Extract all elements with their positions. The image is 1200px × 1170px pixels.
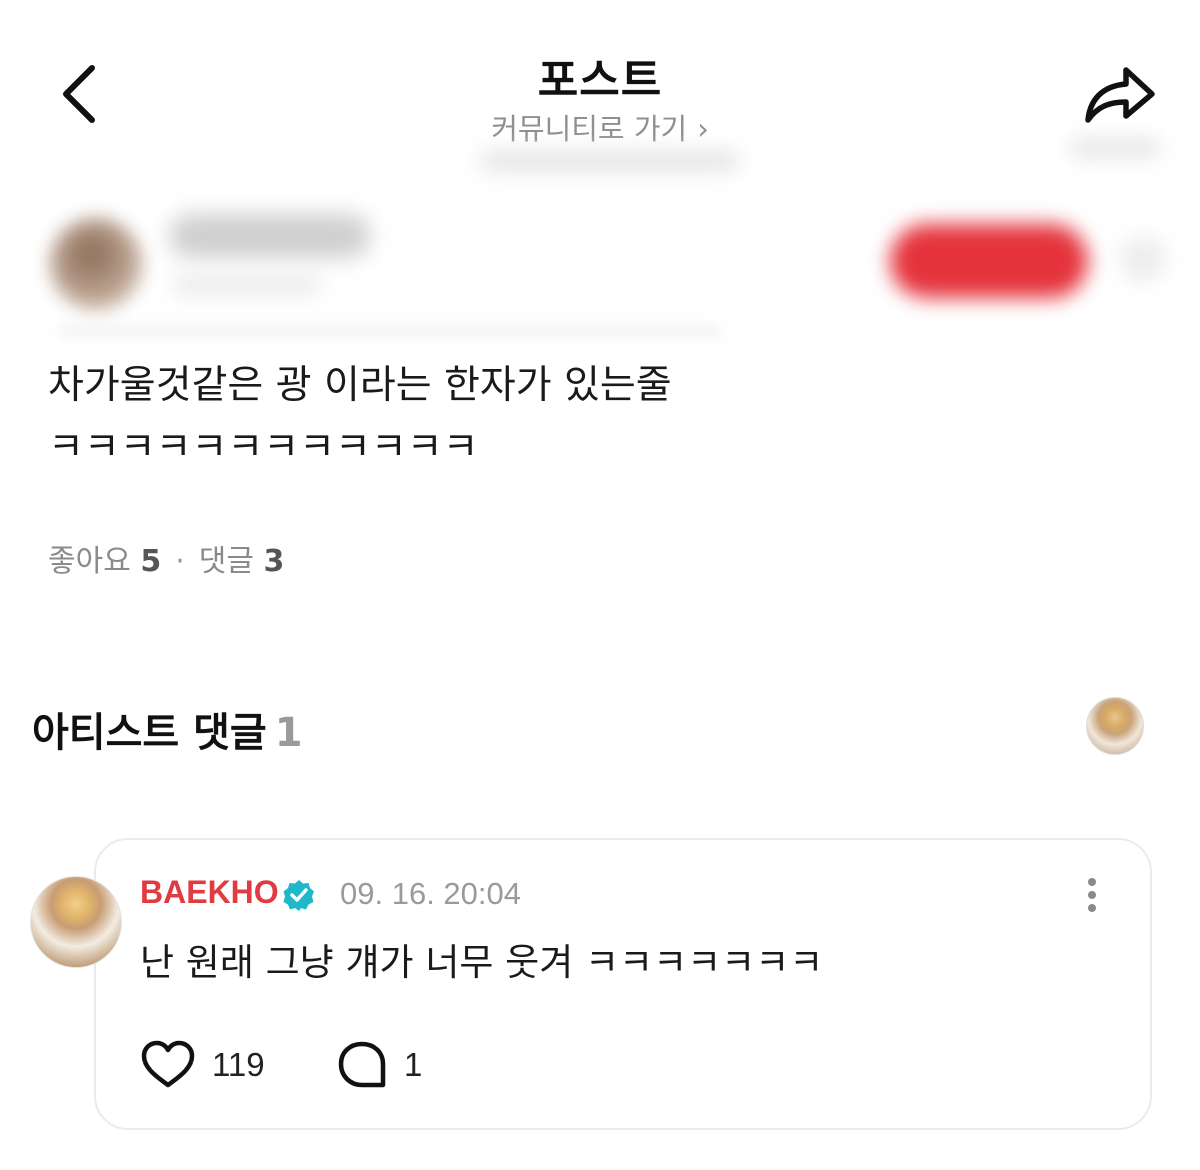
artist-comments-label: 아티스트 댓글 bbox=[32, 710, 267, 756]
author-name-blurred[interactable] bbox=[170, 214, 370, 258]
likes-label: 좋아요 bbox=[48, 544, 131, 579]
comments-count: 3 bbox=[263, 544, 285, 579]
author-avatar[interactable] bbox=[50, 218, 142, 310]
comment-author-name[interactable]: BAEKHO bbox=[140, 874, 279, 911]
likes-count: 5 bbox=[140, 544, 162, 579]
post-stats: 좋아요 5 · 댓글 3 bbox=[48, 536, 284, 580]
blurred-divider bbox=[60, 326, 720, 336]
comment-reply-count: 1 bbox=[404, 1046, 423, 1083]
artist-comments-title: 아티스트 댓글 1 bbox=[32, 700, 303, 758]
page-title: 포스트 bbox=[537, 55, 663, 106]
speech-bubble-icon bbox=[338, 1041, 386, 1088]
comment-like-button[interactable]: 119 bbox=[140, 1038, 265, 1092]
comment-reply-button[interactable]: 1 bbox=[336, 1038, 422, 1092]
share-arrow-icon bbox=[1085, 67, 1155, 123]
share-button[interactable] bbox=[1080, 60, 1160, 132]
artist-avatar-small[interactable] bbox=[1086, 697, 1144, 755]
verified-badge-icon bbox=[283, 880, 314, 911]
comment-like-count: 119 bbox=[212, 1046, 265, 1083]
go-to-community-link[interactable]: 커뮤니티로 가기 › bbox=[0, 106, 1200, 148]
comment-author-avatar[interactable] bbox=[30, 876, 122, 968]
comments-label: 댓글 bbox=[198, 544, 254, 579]
heart-outline-icon bbox=[141, 1040, 195, 1088]
comment-timestamp: 09. 16. 20:04 bbox=[340, 876, 521, 911]
blurred-subtitle-area bbox=[480, 150, 740, 172]
chevron-right-icon: › bbox=[697, 112, 709, 146]
kebab-menu-icon[interactable] bbox=[1078, 874, 1106, 918]
community-link-label: 커뮤니티로 가기 bbox=[491, 112, 688, 146]
post-more-icon[interactable] bbox=[1120, 236, 1166, 282]
post-text-line-1: 차가울것같은 광 이라는 한자가 있는줄 bbox=[48, 363, 672, 408]
stats-separator: · bbox=[175, 544, 185, 579]
blurred-share-shadow bbox=[1070, 138, 1160, 158]
comment-text: 난 원래 그냥 걔가 너무 웃겨 ㅋㅋㅋㅋㅋㅋㅋ bbox=[140, 941, 824, 984]
artist-comments-count: 1 bbox=[274, 710, 303, 756]
follow-button[interactable] bbox=[890, 224, 1088, 298]
author-meta-blurred bbox=[172, 274, 322, 296]
post-text-line-2: ㅋㅋㅋㅋㅋㅋㅋㅋㅋㅋㅋㅋ bbox=[48, 425, 479, 470]
